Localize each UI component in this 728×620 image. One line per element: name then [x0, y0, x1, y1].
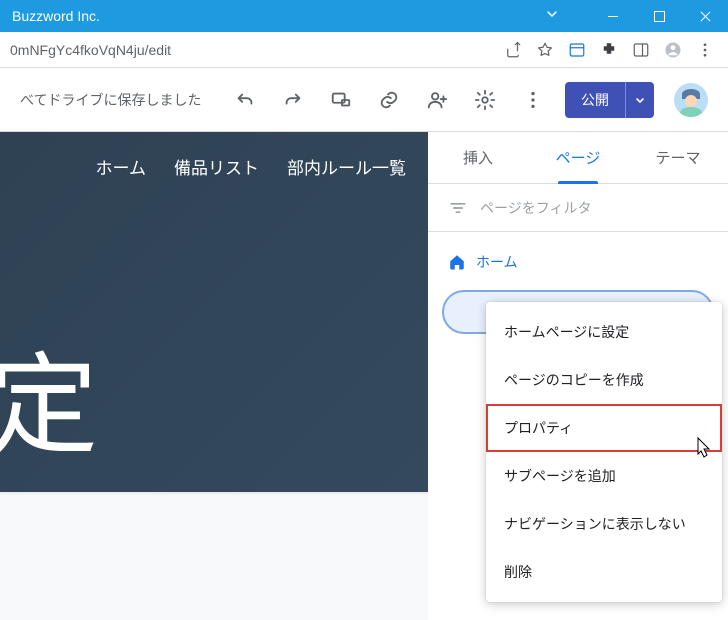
tab-pages[interactable]: ページ [528, 132, 628, 184]
publish-section: 公開 [565, 82, 708, 118]
toolbar-icons [213, 88, 565, 112]
link-button[interactable] [377, 88, 401, 112]
maximize-button[interactable] [636, 0, 682, 32]
preview-button[interactable] [329, 88, 353, 112]
extensions-icon[interactable] [600, 41, 618, 59]
share-icon[interactable] [504, 41, 522, 59]
address-bar-icons [504, 41, 722, 59]
user-avatar[interactable] [674, 83, 708, 117]
publish-dropdown[interactable] [625, 82, 654, 118]
redo-button[interactable] [281, 88, 305, 112]
more-button[interactable] [521, 88, 545, 112]
window-title: Buzzword Inc. [12, 8, 100, 24]
tab-insert[interactable]: 挿入 [428, 132, 528, 184]
panel-tabs: 挿入 ページ テーマ [428, 132, 728, 184]
profile-icon[interactable] [664, 41, 682, 59]
filter-placeholder[interactable]: ページをフィルタ [480, 198, 591, 218]
site-title-fragment: 定 [0, 352, 98, 462]
window-titlebar: Buzzword Inc. [0, 0, 728, 32]
menu-icon[interactable] [696, 41, 714, 59]
address-bar: 0mNFgYc4fkoVqN4ju/edit [0, 32, 728, 68]
home-icon [448, 253, 466, 271]
app-toolbar: べてドライブに保存しました 公開 [0, 68, 728, 132]
site-nav: ホーム 備品リスト 部内ルール一覧 [0, 154, 406, 179]
site-canvas[interactable]: ホーム 備品リスト 部内ルール一覧 定 [0, 132, 428, 492]
page-context-menu: ホームページに設定 ページのコピーを作成 プロパティ サブページを追加 ナビゲー… [486, 302, 722, 602]
settings-button[interactable] [473, 88, 497, 112]
menu-properties[interactable]: プロパティ [486, 404, 722, 452]
menu-add-subpage[interactable]: サブページを追加 [486, 452, 722, 500]
menu-hide-nav[interactable]: ナビゲーションに表示しない [486, 500, 722, 548]
add-person-button[interactable] [425, 88, 449, 112]
sidepanel-icon[interactable] [632, 41, 650, 59]
window-controls [590, 0, 728, 32]
tab-theme[interactable]: テーマ [628, 132, 728, 184]
filter-row: ページをフィルタ [428, 184, 728, 232]
menu-set-homepage[interactable]: ホームページに設定 [486, 308, 722, 356]
chevron-down-icon[interactable] [546, 8, 558, 20]
filter-icon[interactable] [448, 198, 468, 218]
url-field[interactable]: 0mNFgYc4fkoVqN4ju/edit [6, 42, 504, 58]
minimize-button[interactable] [590, 0, 636, 32]
save-status: べてドライブに保存しました [20, 90, 201, 110]
undo-button[interactable] [233, 88, 257, 112]
star-icon[interactable] [536, 41, 554, 59]
close-button[interactable] [682, 0, 728, 32]
site-nav-link[interactable]: 部内ルール一覧 [287, 154, 406, 179]
site-nav-link[interactable]: ホーム [96, 154, 147, 179]
publish-button-group: 公開 [565, 82, 654, 118]
publish-button[interactable]: 公開 [565, 82, 625, 118]
site-nav-link[interactable]: 備品リスト [174, 154, 259, 179]
page-item-home[interactable]: ホーム [442, 244, 714, 280]
bookmark-bar-icon[interactable] [568, 41, 586, 59]
menu-delete[interactable]: 削除 [486, 548, 722, 596]
page-item-label: ホーム [476, 252, 518, 272]
menu-copy-page[interactable]: ページのコピーを作成 [486, 356, 722, 404]
